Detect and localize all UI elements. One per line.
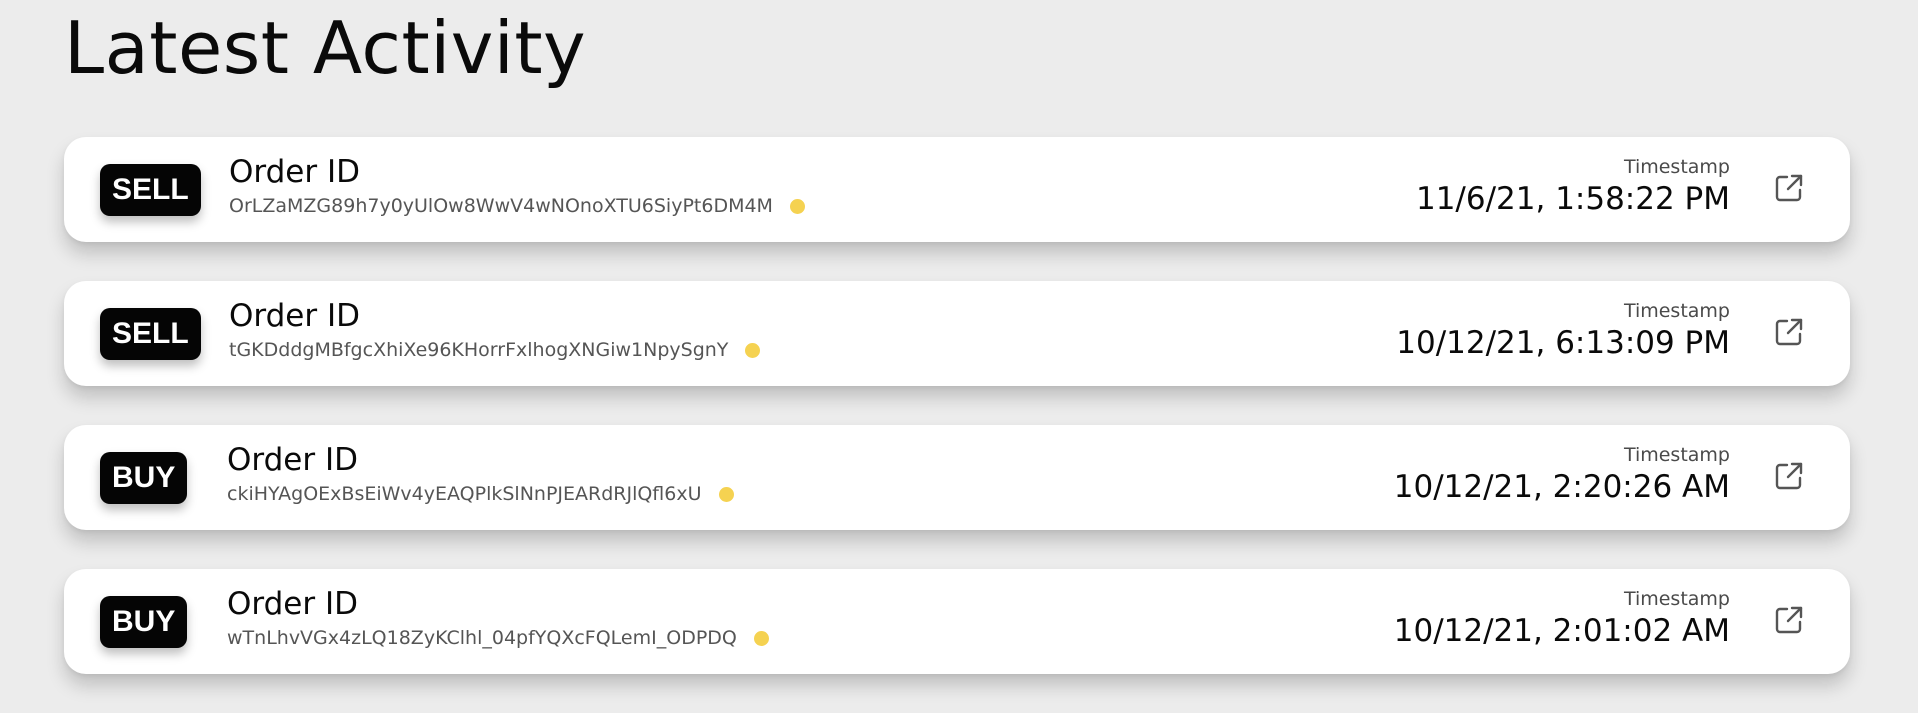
order-info: Order ID wTnLhvVGx4zLQ18ZyKClhl_04pfYQXc… (227, 585, 769, 651)
timestamp-block: Timestamp 11/6/21, 1:58:22 PM (1416, 155, 1730, 219)
order-id-value: wTnLhvVGx4zLQ18ZyKClhl_04pfYQXcFQLemI_OD… (227, 627, 737, 649)
order-id-value: OrLZaMZG89h7y0yUlOw8WwV4wNOnoXTU6SiyPt6D… (229, 195, 773, 217)
order-id-row: wTnLhvVGx4zLQ18ZyKClhl_04pfYQXcFQLemI_OD… (227, 625, 769, 651)
timestamp-value: 10/12/21, 2:20:26 AM (1393, 469, 1730, 505)
order-id-value: tGKDddgMBfgcXhiXe96KHorrFxlhogXNGiw1NpyS… (229, 339, 729, 361)
order-id-row: OrLZaMZG89h7y0yUlOw8WwV4wNOnoXTU6SiyPt6D… (229, 193, 805, 219)
order-info: Order ID tGKDddgMBfgcXhiXe96KHorrFxlhogX… (229, 297, 761, 363)
order-side-badge: SELL (100, 308, 201, 360)
order-info: Order ID ckiHYAgOExBsEiWv4yEAQPlkSlNnPJE… (227, 441, 734, 507)
order-info: Order ID OrLZaMZG89h7y0yUlOw8WwV4wNOnoXT… (229, 153, 805, 219)
order-id-row: tGKDddgMBfgcXhiXe96KHorrFxlhogXNGiw1NpyS… (229, 337, 761, 363)
timestamp-label: Timestamp (1623, 588, 1730, 610)
status-dot-icon (753, 630, 769, 646)
order-id-value: ckiHYAgOExBsEiWv4yEAQPlkSlNnPJEARdRJlQfl… (227, 483, 702, 505)
timestamp-block: Timestamp 10/12/21, 6:13:09 PM (1396, 299, 1730, 363)
order-id-label: Order ID (227, 586, 358, 622)
status-dot-icon (718, 486, 734, 502)
order-id-row: ckiHYAgOExBsEiWv4yEAQPlkSlNnPJEARdRJlQfl… (227, 481, 734, 507)
external-link-icon[interactable] (1772, 603, 1806, 637)
timestamp-value: 11/6/21, 1:58:22 PM (1415, 181, 1730, 217)
status-dot-icon (789, 198, 805, 214)
timestamp-value: 10/12/21, 6:13:09 PM (1396, 325, 1730, 361)
order-id-label: Order ID (229, 298, 360, 334)
timestamp-label: Timestamp (1623, 444, 1730, 466)
activity-row[interactable]: SELL Order ID OrLZaMZG89h7y0yUlOw8WwV4wN… (64, 137, 1850, 242)
activity-row[interactable]: SELL Order ID tGKDddgMBfgcXhiXe96KHorrFx… (64, 281, 1850, 386)
order-side-badge: BUY (100, 596, 188, 648)
activity-list: SELL Order ID OrLZaMZG89h7y0yUlOw8WwV4wN… (64, 137, 1850, 713)
order-side-badge: SELL (100, 164, 201, 216)
timestamp-label: Timestamp (1623, 156, 1730, 178)
timestamp-label: Timestamp (1623, 300, 1730, 322)
timestamp-block: Timestamp 10/12/21, 2:20:26 AM (1394, 443, 1730, 507)
timestamp-block: Timestamp 10/12/21, 2:01:02 AM (1394, 587, 1730, 651)
order-id-label: Order ID (227, 442, 358, 478)
order-id-label: Order ID (229, 154, 360, 190)
timestamp-value: 10/12/21, 2:01:02 AM (1393, 613, 1730, 649)
external-link-icon[interactable] (1772, 171, 1806, 205)
activity-row[interactable]: BUY Order ID wTnLhvVGx4zLQ18ZyKClhl_04pf… (64, 569, 1850, 674)
status-dot-icon (745, 342, 761, 358)
order-side-badge: BUY (100, 452, 188, 504)
external-link-icon[interactable] (1772, 315, 1806, 349)
external-link-icon[interactable] (1772, 459, 1806, 493)
activity-row[interactable]: BUY Order ID ckiHYAgOExBsEiWv4yEAQPlkSlN… (64, 425, 1850, 530)
page-title: Latest Activity (64, 6, 587, 90)
